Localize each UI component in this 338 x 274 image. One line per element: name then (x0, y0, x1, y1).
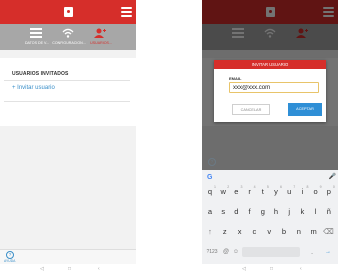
nav-home-icon[interactable]: □ (270, 266, 273, 272)
soft-keyboard: G 🎤 q1w2e3r4t5y6u7i8o9p0 asdfghjklñ ↑ z x c… (202, 170, 338, 264)
help-icon[interactable]: ? (6, 251, 14, 259)
key-hint: 8 (306, 185, 309, 189)
system-nav-bar: ◁ □ ‹ (202, 264, 338, 274)
accept-button[interactable]: ACEPTAR (288, 103, 322, 116)
nav-back-icon[interactable]: ◁ (242, 266, 246, 272)
list-icon (30, 28, 42, 38)
key-space[interactable] (242, 247, 300, 257)
key-b[interactable]: b (278, 224, 290, 240)
invite-user-dialog: INVITAR USUARIO EMAIL CANCELAR ACEPTAR (214, 60, 326, 122)
help-bar: ? AYUDA (0, 249, 136, 264)
key-ñ[interactable]: ñ (323, 204, 335, 220)
tool-users[interactable]: USUARIOS... (84, 24, 116, 50)
section-title: USUARIOS INVITADOS (12, 71, 69, 77)
tool-vehicle-data[interactable]: DATOS DE V... (20, 24, 52, 50)
key-hint: 4 (253, 185, 256, 189)
emoji-icon[interactable]: ☺ (230, 244, 242, 260)
key-t[interactable]: t5 (257, 184, 269, 200)
key-a[interactable]: a (204, 204, 216, 220)
key-x[interactable]: x (234, 224, 246, 240)
key-r[interactable]: r4 (244, 184, 256, 200)
key-shift[interactable]: ↑ (204, 224, 216, 240)
key-y[interactable]: y6 (270, 184, 282, 200)
tool-label: USUARIOS... (90, 41, 112, 45)
nav-recent-icon[interactable]: ‹ (300, 266, 302, 272)
key-enter[interactable]: → (322, 244, 334, 260)
app-screen-main: DATOS DE V... CONFIGURACION... USUARIOS.… (0, 0, 136, 264)
nav-home-icon[interactable]: □ (68, 266, 71, 272)
add-user-icon (94, 28, 106, 38)
app-screen-invite: ? INVITAR USUARIO EMAIL CANCELAR ACEPTAR… (202, 0, 338, 264)
key-hint: 7 (293, 185, 296, 189)
tool-config[interactable]: CONFIGURACION... (52, 24, 86, 50)
hamburger-menu-icon[interactable] (121, 7, 132, 17)
guest-users-section: USUARIOS INVITADOS + Invitar usuario (0, 58, 136, 126)
nav-recent-icon[interactable]: ‹ (98, 266, 100, 272)
key-w[interactable]: w2 (217, 184, 229, 200)
email-field[interactable] (229, 82, 319, 93)
keyboard-suggestion-bar: G 🎤 (202, 170, 338, 184)
keyboard-row-4: ?123 @ ☺ . → (202, 244, 338, 260)
key-hint: 9 (319, 185, 322, 189)
key-e[interactable]: e3 (230, 184, 242, 200)
key-k[interactable]: k (296, 204, 308, 220)
keyboard-row-3: ↑ z x c v b n m ⌫ (202, 224, 338, 240)
key-hint: 2 (227, 185, 230, 189)
dialog-title: INVITAR USUARIO (214, 60, 326, 69)
keyboard-row-1: q1w2e3r4t5y6u7i8o9p0 (202, 184, 338, 200)
key-j[interactable]: j (283, 204, 295, 220)
microphone-icon[interactable]: 🎤 (329, 173, 336, 180)
key-l[interactable]: l (310, 204, 322, 220)
key-hint: 3 (240, 185, 243, 189)
key-hint: 1 (214, 185, 216, 189)
app-logo-icon (64, 7, 73, 17)
key-u[interactable]: u7 (283, 184, 295, 200)
key-q[interactable]: q1 (204, 184, 216, 200)
key-symbols[interactable]: ?123 (204, 244, 220, 260)
key-n[interactable]: n (293, 224, 305, 240)
key-hint: 6 (280, 185, 282, 189)
key-hint: 5 (266, 185, 269, 189)
divider (4, 101, 130, 102)
key-o[interactable]: o9 (310, 184, 322, 200)
key-s[interactable]: s (217, 204, 229, 220)
section-toolbar: DATOS DE V... CONFIGURACION... USUARIOS.… (0, 24, 136, 50)
key-hint: 0 (332, 185, 335, 189)
google-icon[interactable]: G (207, 174, 212, 181)
key-z[interactable]: z (219, 224, 231, 240)
key-h[interactable]: h (270, 204, 282, 220)
key-period[interactable]: . (306, 244, 318, 260)
key-i[interactable]: i8 (296, 184, 309, 200)
key-backspace[interactable]: ⌫ (322, 224, 334, 240)
nav-back-icon[interactable]: ◁ (40, 266, 44, 272)
system-nav-bar: ◁ □ ‹ (0, 264, 136, 274)
wifi-icon (62, 28, 74, 38)
key-d[interactable]: d (230, 204, 242, 220)
help-label[interactable]: AYUDA (4, 259, 15, 263)
invite-user-link[interactable]: + Invitar usuario (12, 85, 55, 91)
email-label: EMAIL (229, 76, 242, 81)
divider (4, 80, 130, 81)
key-m[interactable]: m (308, 224, 320, 240)
key-v[interactable]: v (263, 224, 275, 240)
key-f[interactable]: f (244, 204, 256, 220)
top-bar (0, 0, 136, 24)
keyboard-row-2: asdfghjklñ (202, 204, 338, 220)
key-p[interactable]: p0 (323, 184, 335, 200)
help-icon[interactable]: ? (208, 158, 216, 166)
key-c[interactable]: c (248, 224, 260, 240)
key-g[interactable]: g (257, 204, 269, 220)
cancel-button[interactable]: CANCELAR (232, 104, 270, 115)
